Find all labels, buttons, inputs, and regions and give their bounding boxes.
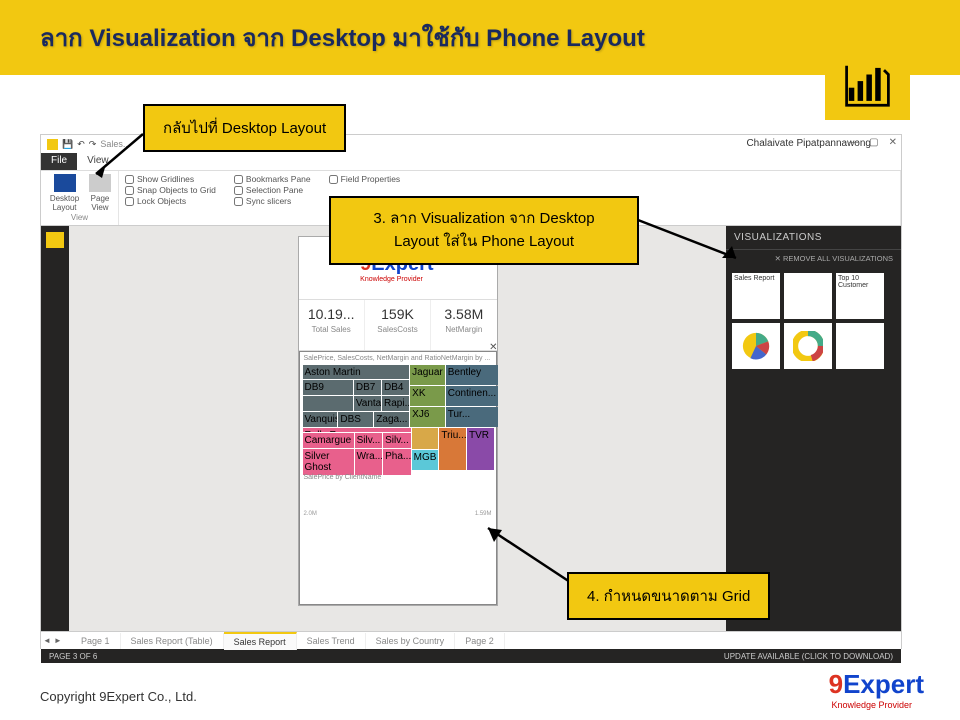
chk-snap[interactable]: Snap Objects to Grid [125, 185, 216, 195]
app-body: 9Expert Knowledge Provider 10.19... Tota… [41, 226, 901, 631]
ptab-sales-report[interactable]: Sales Report [224, 632, 297, 650]
footer-logo: 9Expert Knowledge Provider [829, 669, 924, 710]
powerbi-logo [825, 50, 910, 120]
callout-grid-size: 4. กำหนดขนาดตาม Grid [567, 572, 770, 620]
ptab-sales-table[interactable]: Sales Report (Table) [121, 633, 224, 649]
app-icon [47, 139, 58, 150]
save-icon[interactable]: 💾 [62, 139, 73, 150]
tm-aston[interactable]: Aston Martin [303, 365, 410, 379]
canvas-area: 9Expert Knowledge Provider 10.19... Tota… [69, 226, 726, 631]
thumb-extra[interactable] [836, 323, 884, 369]
callout-desktop-layout: กลับไปที่ Desktop Layout [143, 104, 346, 152]
slide-title: ลาก Visualization จาก Desktop มาใช้กับ P… [40, 18, 920, 57]
visual-close-icon[interactable]: ✕ [489, 342, 497, 353]
window-controls: — ▢ ✕ [849, 137, 897, 148]
ribbon-group-view-label: View [47, 213, 112, 222]
chk-bookmarks[interactable]: Bookmarks Pane [234, 174, 311, 184]
tab-file[interactable]: File [41, 153, 77, 170]
chk-field-props[interactable]: Field Properties [329, 174, 401, 184]
callout-drag-visualization: 3. ลาก Visualization จาก Desktop Layout … [329, 196, 639, 265]
viz-thumbnails: Sales Report Top 10 Customer [726, 267, 901, 375]
page-indicator: PAGE 3 OF 6 [49, 652, 97, 661]
restore-icon[interactable]: ▢ [869, 137, 878, 148]
viz-panel-title: VISUALIZATIONS [734, 232, 822, 243]
page-nav[interactable]: ◄► [43, 636, 62, 645]
ribbon-tabs: File View [41, 153, 901, 171]
status-bar: PAGE 3 OF 6 UPDATE AVAILABLE (CLICK TO D… [41, 649, 901, 663]
ptab-sales-trend[interactable]: Sales Trend [297, 633, 366, 649]
kpi-row: 10.19... Total Sales 159K SalesCosts 3.5… [299, 299, 497, 351]
close-icon[interactable]: ✕ [889, 137, 897, 148]
remove-all-viz[interactable]: ✕ REMOVE ALL VISUALIZATIONS [726, 250, 901, 267]
thumb-blank[interactable] [784, 273, 832, 319]
desktop-layout-button[interactable]: Desktop Layout [47, 174, 82, 212]
update-notice[interactable]: UPDATE AVAILABLE (CLICK TO DOWNLOAD) [724, 652, 893, 661]
undo-icon[interactable]: ↶ [77, 139, 85, 150]
ptab-page1[interactable]: Page 1 [71, 633, 121, 649]
page-tabs: ◄► Page 1 Sales Report (Table) Sales Rep… [41, 631, 901, 649]
thumb-pie1[interactable] [732, 323, 780, 369]
phone-layout-frame[interactable]: 9Expert Knowledge Provider 10.19... Tota… [298, 236, 498, 606]
ptab-sales-country[interactable]: Sales by Country [366, 633, 456, 649]
kpi-total-sales[interactable]: 10.19... Total Sales [299, 300, 365, 350]
slide-title-bar: ลาก Visualization จาก Desktop มาใช้กับ P… [0, 0, 960, 75]
thumb-sales-report[interactable]: Sales Report [732, 273, 780, 319]
arrow-to-desktop [88, 132, 148, 182]
report-view-icon[interactable] [46, 232, 64, 248]
thumb-top10[interactable]: Top 10 Customer [836, 273, 884, 319]
kpi-net-margin[interactable]: 3.58M NetMargin [431, 300, 496, 350]
chk-sync[interactable]: Sync slicers [234, 196, 311, 206]
treemap-visual[interactable]: ✕ SalePrice, SalesCosts, NetMargin and R… [299, 351, 497, 605]
visualizations-panel: VISUALIZATIONS ✕ REMOVE ALL VISUALIZATIO… [726, 226, 901, 631]
chk-lock[interactable]: Lock Objects [125, 196, 216, 206]
minimize-icon[interactable]: — [849, 137, 859, 148]
side-rail [41, 226, 69, 631]
arrow-to-viz-panel [636, 216, 746, 266]
copyright: Copyright 9Expert Co., Ltd. [40, 689, 197, 704]
bar-chart-visual[interactable]: SalePrice by ClientName 2.0M 1.59M [300, 470, 496, 521]
thumb-donut[interactable] [784, 323, 832, 369]
kpi-sales-costs[interactable]: 159K SalesCosts [365, 300, 431, 350]
ptab-page2[interactable]: Page 2 [455, 633, 505, 649]
powerbi-icon [840, 63, 895, 108]
arrow-to-grid [480, 520, 580, 590]
chk-selection[interactable]: Selection Pane [234, 185, 311, 195]
